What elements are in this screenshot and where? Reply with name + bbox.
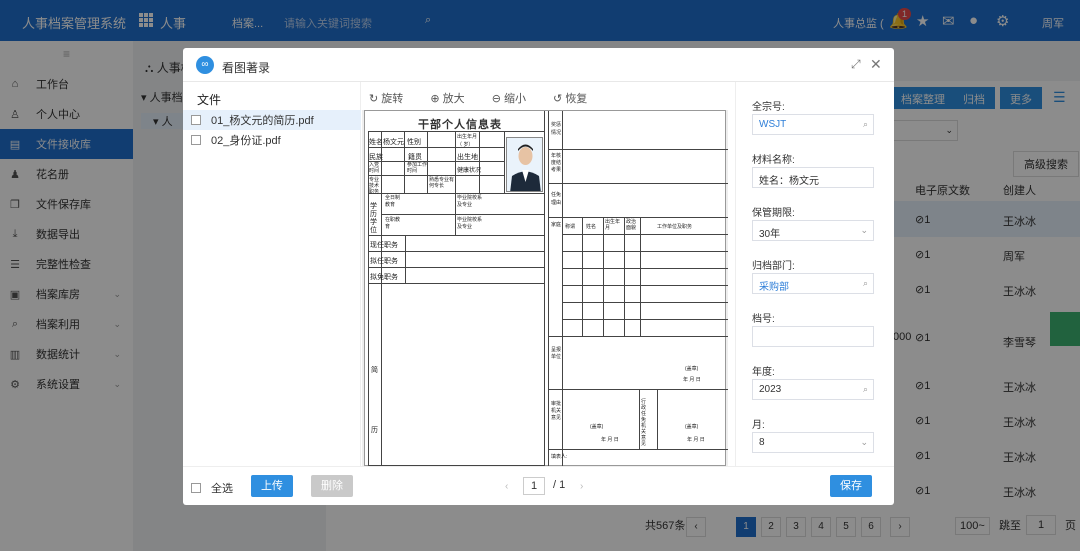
delete-button[interactable]: 删除 [311, 475, 353, 497]
dialog-footer: 全选 上传 删除 ‹ 1 / 1 › 保存 [183, 466, 894, 505]
dept-label: 归档部门: [752, 261, 795, 272]
doc-label-review: 审批机关意见 [551, 401, 562, 421]
archive-no-input[interactable] [752, 326, 874, 347]
zoom-out-button[interactable]: ⊖ 缩小 [492, 93, 538, 105]
month-label: 月: [752, 420, 765, 431]
doc-title: 干部个人信息表 [418, 119, 502, 131]
file-checkbox[interactable] [191, 115, 201, 125]
file-list-header: 文件 [197, 93, 222, 107]
doc-label-proposed: 拟任职务 [370, 258, 398, 265]
page-total: / 1 [553, 479, 566, 491]
doc-label-remove: 拟免职务 [370, 274, 398, 281]
doc-label-school1: 毕业院校系及专业 [457, 195, 483, 208]
year-input[interactable]: 2023 ⌕ [752, 379, 874, 400]
year-label: 年度: [752, 367, 775, 378]
doc-seal: (盖章) [590, 424, 604, 430]
doc-label-report-unit: 呈报单位 [551, 347, 562, 360]
doc-label-resume: 简历 [371, 367, 378, 434]
dept-input[interactable]: 采购部 ⌕ [752, 273, 874, 294]
close-icon[interactable]: ✕ [870, 56, 882, 73]
id-photo [506, 137, 543, 192]
link-icon: ∞ [196, 56, 214, 74]
save-button[interactable]: 保存 [830, 475, 872, 497]
file-item[interactable]: 02_身份证.pdf [183, 130, 361, 150]
checkbox[interactable] [191, 483, 201, 493]
fonds-input[interactable]: WSJT ⌕ [752, 114, 874, 135]
doc-label-appoint: 行政任免机关意见 [641, 399, 647, 447]
search-icon[interactable]: ⌕ [863, 119, 868, 130]
doc-label-health: 健康状况 [457, 168, 482, 174]
maximize-icon[interactable]: ⤢ [851, 57, 861, 72]
document-page: 干部个人信息表 姓名 杨文元 性别 出生年月（ 岁） 民族 籍贯 出生地 入党时… [364, 110, 728, 467]
next-page-icon[interactable]: › [580, 481, 583, 492]
doc-date: 年 月 日 [687, 437, 705, 443]
doc-value-name: 杨文元 [383, 139, 404, 146]
image-cataloging-dialog: ∞ 看图著录 ⤢ ✕ 文件 01_杨文元的简历.pdf 02_身份证.pdf ↻… [183, 48, 894, 505]
archive-no-label: 档号: [752, 314, 775, 325]
doc-label-reason: 任免理由 [551, 192, 562, 206]
doc-family-col: 工作单位及职务 [657, 224, 693, 230]
prev-page-icon[interactable]: ‹ [505, 481, 508, 492]
doc-label-birthplace: 出生地 [457, 154, 478, 161]
dialog-title: 看图著录 [222, 61, 271, 75]
material-input[interactable]: 姓名：杨文元 [752, 167, 874, 188]
document-viewer[interactable]: 干部个人信息表 姓名 杨文元 性别 出生年月（ 岁） 民族 籍贯 出生地 入党时… [362, 110, 728, 467]
doc-label-annual: 年核度结考果 [551, 153, 562, 173]
upload-button[interactable]: 上传 [251, 475, 293, 497]
month-select[interactable]: 8 ⌄ [752, 432, 874, 453]
search-icon[interactable]: ⌕ [863, 278, 868, 289]
doc-label-origin: 籍贯 [408, 154, 422, 161]
select-all-checkbox[interactable]: 全选 [191, 480, 233, 496]
doc-label-gender: 性别 [407, 139, 421, 146]
chevron-down-icon: ⌄ [860, 225, 868, 235]
doc-seal: (盖章) [685, 366, 699, 372]
material-label: 材料名称: [752, 155, 795, 166]
retention-select[interactable]: 30年 ⌄ [752, 220, 874, 241]
viewer-toolbar: ↻ 旋转 ⊕ 放大 ⊖ 缩小 ↺ 恢复 [369, 90, 611, 106]
doc-filler: 填表人: [551, 454, 568, 460]
file-item[interactable]: 01_杨文元的简历.pdf [183, 110, 361, 130]
doc-label-fulltime: 全日制教育 [385, 195, 401, 208]
properties-panel: 全宗号: WSJT ⌕ 材料名称: 姓名：杨文元 保管期限: 30年 ⌄ 归档部门:… [735, 82, 894, 466]
doc-label-current: 现任职务 [370, 242, 398, 249]
doc-family-col: 姓名 [586, 224, 597, 230]
doc-date: 年 月 日 [683, 377, 701, 383]
doc-date: 年 月 日 [601, 437, 619, 443]
doc-seal: (盖章) [685, 424, 699, 430]
doc-label-ethnic: 民族 [369, 154, 383, 161]
page-input[interactable]: 1 [523, 477, 545, 495]
doc-label-title: 专业技术职务 [369, 177, 380, 195]
rotate-button[interactable]: ↻ 旋转 [369, 93, 415, 105]
doc-label-name: 姓名 [369, 139, 383, 146]
doc-label-parttime: 在职教育 [385, 217, 401, 230]
doc-label-party: 入党时间 [369, 162, 380, 174]
zoom-in-button[interactable]: ⊕ 放大 [430, 93, 476, 105]
search-icon[interactable]: ⌕ [863, 384, 868, 395]
file-checkbox[interactable] [191, 135, 201, 145]
retention-label: 保管期限: [752, 208, 795, 219]
dialog-header: ∞ 看图著录 ⤢ ✕ [183, 48, 894, 82]
fonds-label: 全宗号: [752, 102, 785, 113]
file-list: 文件 01_杨文元的简历.pdf 02_身份证.pdf [183, 82, 361, 466]
doc-family-col: 政治面貌 [626, 219, 637, 231]
doc-label-birth: 出生年月（ 岁） [457, 134, 478, 148]
doc-label-work: 参加工作时间 [407, 162, 428, 174]
doc-label-reward: 奖惩情况 [551, 122, 562, 136]
doc-label-school2: 毕业院校系及专业 [457, 217, 483, 230]
reset-button[interactable]: ↺ 恢复 [553, 93, 599, 105]
doc-family-col: 出生年月 [605, 219, 621, 231]
doc-label-family: 家庭 [551, 222, 562, 228]
doc-family-col: 称谓 [565, 224, 576, 230]
doc-label-specialty: 熟悉专业有何专长 [429, 177, 455, 189]
chevron-down-icon: ⌄ [860, 437, 868, 447]
doc-label-edu: 学历学位 [370, 203, 377, 234]
